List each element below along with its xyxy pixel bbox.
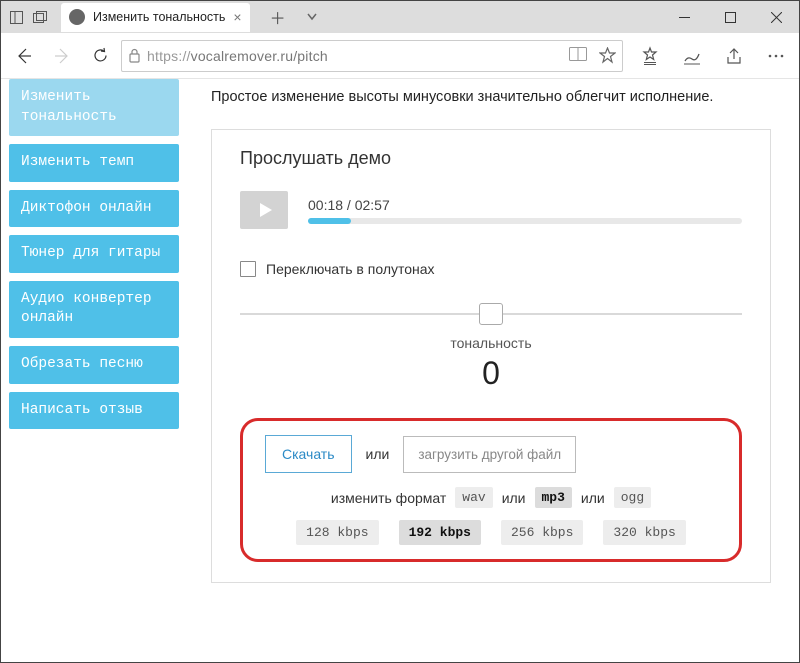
format-ogg[interactable]: ogg xyxy=(614,487,651,508)
browser-tab[interactable]: Изменить тональность × xyxy=(61,3,250,32)
tonality-caption: тональность xyxy=(240,335,742,351)
main-content: Простое изменение высоты минусовки значи… xyxy=(191,79,799,583)
lock-icon xyxy=(128,48,141,63)
download-button[interactable]: Скачать xyxy=(265,435,352,473)
window-titlebar: Изменить тональность × ＋ xyxy=(1,1,799,33)
pitch-slider[interactable] xyxy=(240,313,742,315)
forward-button[interactable] xyxy=(45,39,79,73)
progress-bar[interactable] xyxy=(308,218,742,224)
tonality-value: 0 xyxy=(240,355,742,392)
semitone-checkbox[interactable] xyxy=(240,261,256,277)
sidebar: Изменить тональность Изменить темп Дикто… xyxy=(1,79,191,583)
more-icon[interactable] xyxy=(759,39,793,73)
sidebar-item-tuner[interactable]: Тюнер для гитары xyxy=(9,235,179,273)
url-text: https://vocalremover.ru/pitch xyxy=(147,48,569,64)
reading-view-icon[interactable] xyxy=(569,47,587,64)
player-time: 00:18 / 02:57 xyxy=(308,197,742,213)
play-button[interactable] xyxy=(240,191,288,229)
tab-title: Изменить тональность xyxy=(93,10,225,24)
play-icon xyxy=(260,203,272,217)
rate-192[interactable]: 192 kbps xyxy=(399,520,481,545)
close-tab-icon[interactable]: × xyxy=(233,9,241,25)
or-text-2: или xyxy=(502,490,526,506)
notes-icon[interactable] xyxy=(675,39,709,73)
rate-128[interactable]: 128 kbps xyxy=(296,520,378,545)
tabs-aside-icon[interactable] xyxy=(9,10,23,24)
rate-320[interactable]: 320 kbps xyxy=(603,520,685,545)
format-row: изменить формат wav или mp3 или ogg xyxy=(265,487,717,508)
share-icon[interactable] xyxy=(717,39,751,73)
sidebar-item-tempo[interactable]: Изменить темп xyxy=(9,144,179,182)
slider-thumb[interactable] xyxy=(479,303,503,325)
sidebar-item-recorder[interactable]: Диктофон онлайн xyxy=(9,190,179,228)
favicon-icon xyxy=(69,9,85,25)
bitrate-row: 128 kbps 192 kbps 256 kbps 320 kbps xyxy=(265,520,717,545)
sidebar-item-pitch[interactable]: Изменить тональность xyxy=(9,79,179,136)
tab-chevron-icon[interactable] xyxy=(306,11,318,23)
or-text-1: или xyxy=(366,446,390,462)
browser-toolbar: https://vocalremover.ru/pitch xyxy=(1,33,799,79)
or-text-3: или xyxy=(581,490,605,506)
format-prefix: изменить формат xyxy=(331,490,446,506)
download-section: Скачать или загрузить другой файл измени… xyxy=(240,418,742,562)
semitone-label: Переключать в полутонах xyxy=(266,261,435,277)
sidebar-item-feedback[interactable]: Написать отзыв xyxy=(9,392,179,430)
format-mp3[interactable]: mp3 xyxy=(535,487,572,508)
progress-fill xyxy=(308,218,351,224)
new-tab-button[interactable]: ＋ xyxy=(270,5,286,29)
favorites-list-icon[interactable] xyxy=(633,39,667,73)
back-button[interactable] xyxy=(7,39,41,73)
upload-another-button[interactable]: загрузить другой файл xyxy=(403,436,576,473)
tabs-preview-icon[interactable] xyxy=(33,10,47,24)
page-subtitle: Простое изменение высоты минусовки значи… xyxy=(211,89,771,105)
demo-panel: Прослушать демо 00:18 / 02:57 Переключат… xyxy=(211,129,771,583)
close-window-button[interactable] xyxy=(753,1,799,33)
sidebar-item-converter[interactable]: Аудио конвертер онлайн xyxy=(9,281,179,338)
demo-title: Прослушать демо xyxy=(240,148,742,169)
address-bar[interactable]: https://vocalremover.ru/pitch xyxy=(121,40,623,72)
refresh-button[interactable] xyxy=(83,39,117,73)
rate-256[interactable]: 256 kbps xyxy=(501,520,583,545)
favorite-icon[interactable] xyxy=(599,47,616,64)
format-wav[interactable]: wav xyxy=(455,487,492,508)
minimize-button[interactable] xyxy=(661,1,707,33)
maximize-button[interactable] xyxy=(707,1,753,33)
sidebar-item-cutter[interactable]: Обрезать песню xyxy=(9,346,179,384)
